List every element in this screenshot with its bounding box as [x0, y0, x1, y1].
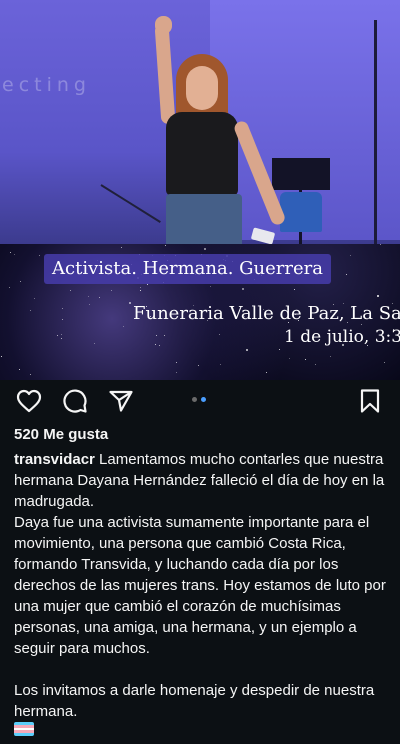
star: [350, 255, 351, 256]
star: [10, 252, 11, 253]
star: [210, 286, 211, 287]
star: [155, 344, 156, 345]
carousel-dot-active: [201, 397, 206, 402]
chair: [280, 192, 322, 232]
star: [176, 362, 177, 363]
star: [164, 335, 165, 336]
star: [14, 254, 15, 255]
bookmark-icon: [360, 389, 380, 413]
comment-icon: [63, 389, 87, 413]
star: [315, 364, 316, 365]
star: [156, 335, 157, 336]
star: [111, 290, 112, 291]
stand-right: [374, 20, 377, 250]
star: [94, 343, 95, 344]
transgender-flag-emoji: [14, 722, 34, 736]
star: [123, 326, 124, 327]
star: [266, 372, 267, 373]
star: [361, 324, 362, 325]
post-caption: transvidacr Lamentamos mucho contarles q…: [14, 449, 394, 722]
star: [204, 248, 206, 250]
star: [61, 338, 62, 339]
stage-text: ecting: [2, 74, 91, 96]
star: [99, 297, 100, 298]
star: [88, 296, 89, 297]
carousel-dots: [192, 397, 206, 402]
star: [246, 349, 248, 351]
fist: [155, 16, 172, 34]
star: [279, 349, 280, 350]
overlay-date-text: 1 de julio, 3:30: [284, 327, 400, 347]
star: [165, 245, 166, 246]
star: [219, 334, 220, 335]
caption-text: Lamentamos mucho contarles que nuestra h…: [14, 451, 386, 720]
star: [61, 334, 62, 335]
star: [39, 255, 40, 256]
torso: [166, 112, 238, 196]
star: [176, 372, 177, 373]
star: [220, 364, 221, 365]
overlay-activist-text: Activista. Hermana. Guerrera: [44, 254, 331, 284]
raised-arm: [154, 23, 176, 125]
star: [289, 358, 290, 359]
star: [129, 302, 131, 304]
post-image[interactable]: ecting Activista. Hermana. Guerrera Fune…: [0, 0, 400, 380]
star: [384, 362, 385, 363]
star: [20, 281, 21, 282]
share-button[interactable]: [107, 387, 135, 415]
star: [346, 274, 347, 275]
save-button[interactable]: [356, 387, 384, 415]
star: [330, 356, 331, 357]
heart-icon: [16, 389, 42, 413]
flag-stripe: [14, 733, 34, 736]
star: [30, 374, 31, 375]
star: [62, 319, 63, 320]
caption-username[interactable]: transvidacr: [14, 451, 95, 468]
like-button[interactable]: [15, 387, 43, 415]
star: [198, 365, 199, 366]
music-stand: [272, 158, 330, 190]
star: [159, 345, 160, 346]
star: [19, 369, 20, 370]
send-icon: [109, 390, 133, 412]
star: [305, 359, 306, 360]
star: [242, 288, 244, 290]
star: [147, 284, 148, 285]
star: [140, 287, 141, 288]
likes-count[interactable]: 520 Me gusta: [14, 426, 108, 443]
person: [150, 14, 287, 254]
star: [62, 308, 63, 309]
star: [30, 310, 31, 311]
carousel-dot: [192, 397, 197, 402]
star: [140, 290, 141, 291]
star: [89, 304, 90, 305]
star: [121, 247, 122, 248]
comment-button[interactable]: [61, 387, 89, 415]
star: [70, 290, 71, 291]
star: [380, 244, 381, 245]
star: [9, 287, 10, 288]
overlay-venue-text: Funeraria Valle de Paz, La Sab: [133, 303, 400, 324]
star: [34, 298, 35, 299]
star: [377, 295, 379, 297]
star: [294, 289, 295, 290]
star: [1, 356, 2, 357]
star: [57, 335, 58, 336]
head: [186, 66, 218, 110]
